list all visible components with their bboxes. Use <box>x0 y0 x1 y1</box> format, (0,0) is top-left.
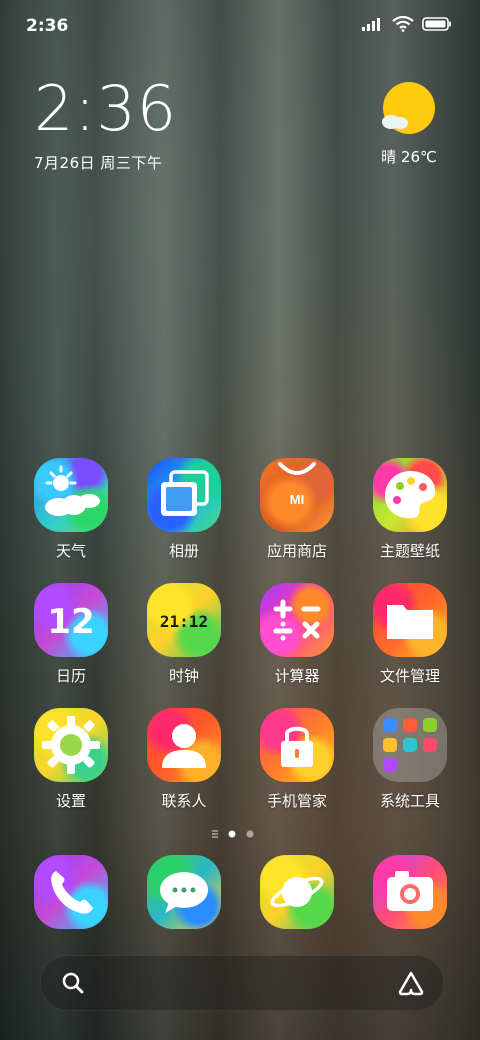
app-label: 主题壁纸 <box>379 542 440 560</box>
app-label: 系统工具 <box>379 792 440 810</box>
search-icon <box>62 972 84 994</box>
app-label: 相册 <box>168 542 199 560</box>
app-calendar[interactable]: 12 日历 <box>15 583 127 686</box>
calculator-app-icon <box>260 583 334 657</box>
wifi-icon <box>392 16 414 32</box>
app-label: 日历 <box>55 667 86 685</box>
app-settings[interactable]: 设置 <box>15 708 127 811</box>
store-logo-text: MI <box>290 492 304 507</box>
status-bar: 2:36 <box>0 0 480 50</box>
app-contacts[interactable]: 联系人 <box>128 708 240 811</box>
clock-app-icon: 21:12 <box>147 583 221 657</box>
messages-icon <box>147 855 221 929</box>
app-gallery[interactable]: 相册 <box>128 458 240 561</box>
app-label: 联系人 <box>161 792 207 810</box>
page-indicator[interactable] <box>0 826 480 845</box>
app-weather[interactable]: 天气 <box>15 458 127 561</box>
app-label: 应用商店 <box>266 542 327 560</box>
sunny-weather-icon <box>382 82 435 134</box>
app-calculator[interactable]: 计算器 <box>241 583 353 686</box>
weather-text: 晴 26℃ <box>381 148 437 166</box>
dock-browser[interactable] <box>241 855 353 929</box>
status-time: 2:36 <box>26 16 69 36</box>
app-label: 天气 <box>55 542 86 560</box>
battery-icon <box>422 17 451 31</box>
app-label: 手机管家 <box>266 792 327 810</box>
app-store-icon: MI <box>260 458 334 532</box>
folder-system-tools[interactable]: 系统工具 <box>354 708 466 811</box>
dock-messages[interactable] <box>128 855 240 929</box>
search-bar[interactable] <box>40 955 444 1011</box>
browser-icon <box>260 855 334 929</box>
app-store[interactable]: MI 应用商店 <box>241 458 353 561</box>
feed-page-icon <box>212 830 218 838</box>
clock-face-text: 21:12 <box>160 612 208 631</box>
app-label: 计算器 <box>274 667 320 685</box>
signal-icon <box>362 18 380 31</box>
app-files[interactable]: 文件管理 <box>354 583 466 686</box>
weather-widget[interactable]: 晴 26℃ <box>374 82 444 167</box>
dock-camera[interactable] <box>354 855 466 929</box>
settings-app-icon <box>34 708 108 782</box>
phone-icon <box>34 855 108 929</box>
page-dot-active <box>228 830 236 838</box>
files-app-icon <box>373 583 447 657</box>
app-clock[interactable]: 21:12 时钟 <box>128 583 240 686</box>
dock-phone[interactable] <box>15 855 127 929</box>
clock-time: 2:36 <box>34 72 178 145</box>
clock-widget[interactable]: 2:36 7月26日 周三下午 <box>34 78 177 173</box>
clock-date: 7月26日 周三下午 <box>34 154 163 172</box>
calendar-app-icon: 12 <box>34 583 108 657</box>
camera-icon <box>373 855 447 929</box>
weather-app-icon <box>34 458 108 532</box>
folder-icon <box>373 708 447 782</box>
status-icons <box>362 16 452 32</box>
gallery-app-icon <box>147 458 221 532</box>
app-label: 时钟 <box>168 667 199 685</box>
assistant-icon[interactable] <box>397 970 425 996</box>
calendar-day-text: 12 <box>47 602 94 642</box>
themes-app-icon <box>373 458 447 532</box>
page-dot <box>246 830 254 838</box>
contacts-app-icon <box>147 708 221 782</box>
app-security[interactable]: 手机管家 <box>241 708 353 811</box>
app-label: 设置 <box>55 792 86 810</box>
security-app-icon <box>260 708 334 782</box>
app-themes[interactable]: 主题壁纸 <box>354 458 466 561</box>
app-label: 文件管理 <box>379 667 440 685</box>
